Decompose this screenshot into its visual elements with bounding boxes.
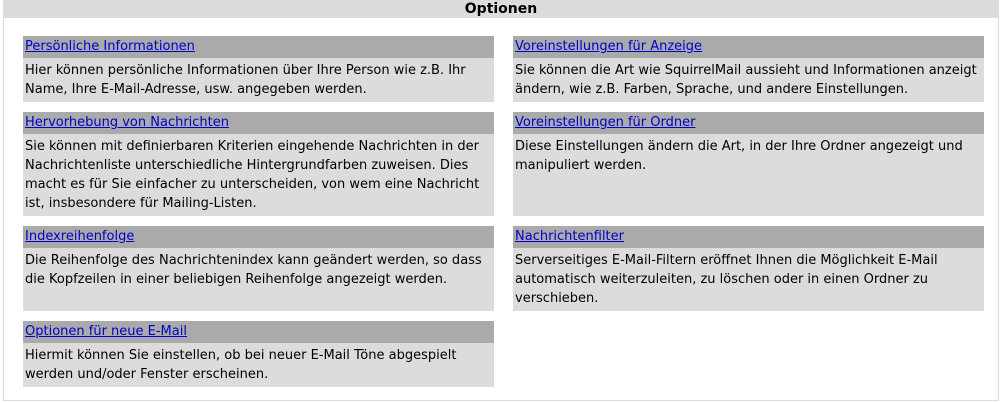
option-message-highlighting: Hervorhebung von Nachrichten Sie können … [23, 112, 494, 216]
option-personal-info: Persönliche Informationen Hier können pe… [23, 36, 494, 102]
option-header: Nachrichtenfilter [513, 226, 984, 248]
new-mail-options-link[interactable]: Optionen für neue E-Mail [25, 324, 187, 339]
option-description: Serverseitiges E-Mail-Filtern eröffnet I… [513, 248, 984, 311]
options-panel: Optionen Persönliche Informationen Hier … [3, 0, 999, 401]
option-description: Die Reihenfolge des Nachrichtenindex kan… [23, 248, 494, 311]
option-display-preferences: Voreinstellungen für Anzeige Sie können … [513, 36, 984, 102]
option-description: Diese Einstellungen ändern die Art, in d… [513, 134, 984, 216]
message-highlighting-link[interactable]: Hervorhebung von Nachrichten [25, 115, 229, 130]
options-column-left: Persönliche Informationen Hier können pe… [23, 36, 494, 397]
option-description: Hiermit können Sie einstellen, ob bei ne… [23, 343, 494, 387]
index-order-link[interactable]: Indexreihenfolge [25, 229, 134, 244]
option-header: Persönliche Informationen [23, 36, 494, 58]
option-header: Voreinstellungen für Anzeige [513, 36, 984, 58]
option-folder-preferences: Voreinstellungen für Ordner Diese Einste… [513, 112, 984, 216]
option-header: Hervorhebung von Nachrichten [23, 112, 494, 134]
option-description: Sie können die Art wie SquirrelMail auss… [513, 58, 984, 102]
option-description: Hier können persönliche Informationen üb… [23, 58, 494, 102]
option-description: Sie können mit definierbaren Kriterien e… [23, 134, 494, 216]
option-new-mail: Optionen für neue E-Mail Hiermit können … [23, 321, 494, 387]
option-header: Voreinstellungen für Ordner [513, 112, 984, 134]
options-column-right: Voreinstellungen für Anzeige Sie können … [513, 36, 984, 321]
folder-preferences-link[interactable]: Voreinstellungen für Ordner [515, 115, 695, 130]
personal-info-link[interactable]: Persönliche Informationen [25, 39, 195, 54]
message-filters-link[interactable]: Nachrichtenfilter [515, 229, 624, 244]
page-title: Optionen [4, 0, 998, 18]
option-header: Indexreihenfolge [23, 226, 494, 248]
display-preferences-link[interactable]: Voreinstellungen für Anzeige [515, 39, 702, 54]
option-index-order: Indexreihenfolge Die Reihenfolge des Nac… [23, 226, 494, 311]
option-header: Optionen für neue E-Mail [23, 321, 494, 343]
option-message-filters: Nachrichtenfilter Serverseitiges E-Mail-… [513, 226, 984, 311]
